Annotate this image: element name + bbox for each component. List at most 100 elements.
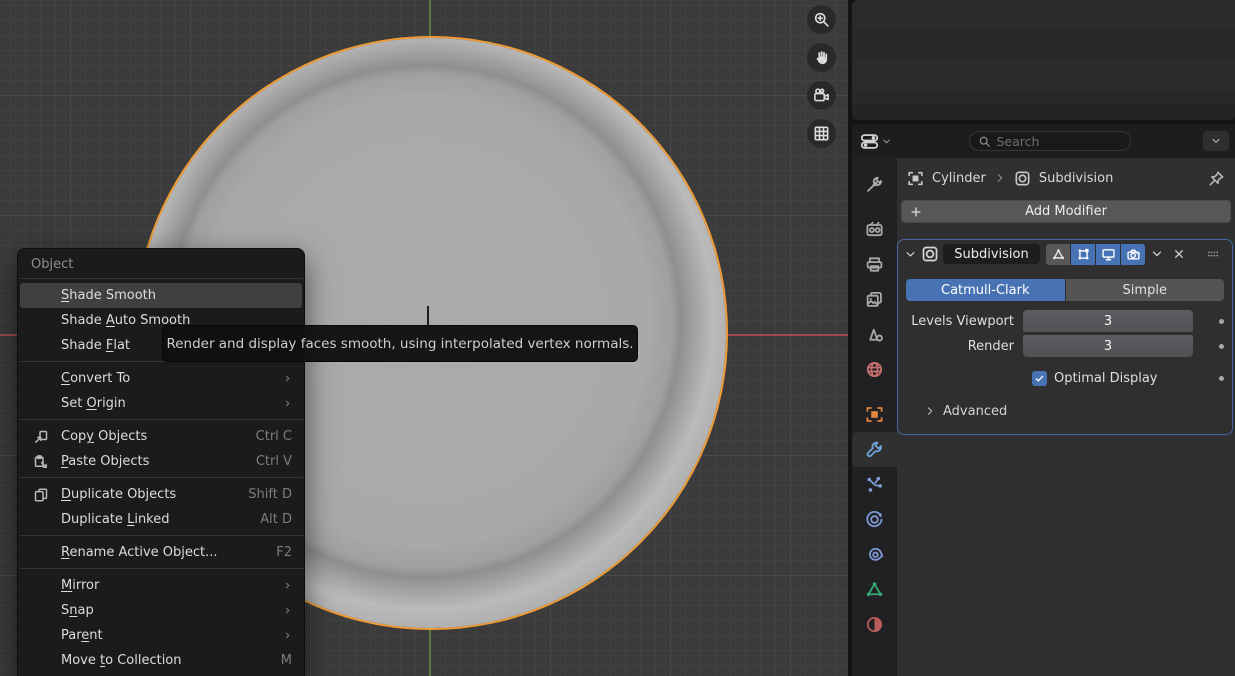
- menu-item-rename-active-object[interactable]: Rename Active Object...F2: [20, 540, 302, 565]
- add-modifier-button[interactable]: Add Modifier: [901, 200, 1231, 223]
- menu-item-label: Move to Collection: [61, 653, 182, 668]
- menu-item-label: Duplicate Objects: [61, 487, 176, 502]
- menu-item-paste-objects[interactable]: Paste ObjectsCtrl V: [20, 449, 302, 474]
- menu-separator: [19, 477, 303, 478]
- submenu-arrow-icon: [283, 631, 292, 640]
- menu-item-label: Duplicate Linked: [61, 512, 170, 527]
- tab-object-data[interactable]: [852, 572, 897, 607]
- render-display-toggle[interactable]: [1121, 244, 1145, 265]
- modifier-extras-chevron-icon[interactable]: [1150, 247, 1164, 261]
- material-icon: [865, 615, 884, 634]
- tab-physics[interactable]: [852, 502, 897, 537]
- render-levels-field[interactable]: 3: [1023, 335, 1193, 357]
- tab-world[interactable]: [852, 352, 897, 387]
- outliner-panel[interactable]: [852, 0, 1235, 120]
- menu-shortcut: F2: [276, 545, 292, 560]
- search-icon: [978, 135, 991, 148]
- tab-view-layer[interactable]: [852, 282, 897, 317]
- tab-particles[interactable]: [852, 467, 897, 502]
- scene-icon: [865, 325, 884, 344]
- shade-smooth-tooltip: Render and display faces smooth, using i…: [162, 325, 638, 362]
- subdivision-modifier-icon: [921, 245, 939, 263]
- advanced-section-toggle[interactable]: Advanced: [898, 401, 1232, 421]
- checkmark-icon: [1034, 373, 1045, 384]
- menu-item-set-origin[interactable]: Set Origin: [20, 391, 302, 416]
- edit-mode-display-toggle[interactable]: [1071, 244, 1095, 265]
- menu-item-duplicate-linked[interactable]: Duplicate LinkedAlt D: [20, 507, 302, 532]
- edit-mode-cage-toggle[interactable]: [1046, 244, 1070, 265]
- tab-render[interactable]: [852, 212, 897, 247]
- menu-separator: [19, 278, 303, 279]
- menu-separator: [19, 419, 303, 420]
- pan-hand-gizmo-button[interactable]: [807, 43, 836, 72]
- duplicate-objects-icon: [31, 487, 51, 503]
- menu-icon-slot: [31, 338, 51, 354]
- properties-editor-icon: [860, 132, 879, 151]
- modifier-name-field[interactable]: Subdivision: [943, 244, 1040, 264]
- menu-item-copy-objects[interactable]: Copy ObjectsCtrl C: [20, 424, 302, 449]
- tab-scene[interactable]: [852, 317, 897, 352]
- menu-shortcut: Shift D: [248, 487, 292, 502]
- menu-icon-slot: [31, 578, 51, 594]
- menu-icon-slot: [31, 628, 51, 644]
- decorator-dot[interactable]: [1219, 344, 1224, 349]
- menu-icon-slot: [31, 653, 51, 669]
- simple-button[interactable]: Simple: [1065, 279, 1225, 301]
- menu-item-duplicate-objects[interactable]: Duplicate Objects Shift D: [20, 482, 302, 507]
- decorator-dot[interactable]: [1219, 319, 1224, 324]
- modifier-drag-handle-icon[interactable]: [1202, 247, 1224, 261]
- catmull-clark-button[interactable]: Catmull-Clark: [906, 279, 1065, 301]
- grid-ortho-gizmo-button[interactable]: [807, 119, 836, 148]
- header-options-button[interactable]: [1203, 131, 1229, 151]
- pin-icon[interactable]: [1208, 170, 1225, 187]
- levels-viewport-row: Levels Viewport 3: [898, 310, 1232, 332]
- menu-item-snap[interactable]: Snap: [20, 598, 302, 623]
- tab-object[interactable]: [852, 397, 897, 432]
- menu-item-mirror[interactable]: Mirror: [20, 573, 302, 598]
- editor-type-selector[interactable]: [856, 130, 896, 153]
- tool-icon: [865, 175, 884, 194]
- menu-item-label: Copy Objects: [61, 429, 147, 444]
- render-levels-label: Render: [898, 339, 1023, 354]
- advanced-label: Advanced: [943, 404, 1007, 419]
- tab-modifiers[interactable]: [852, 432, 897, 467]
- tab-tool[interactable]: [852, 167, 897, 202]
- menu-item-move-to-collection[interactable]: Move to CollectionM: [20, 648, 302, 673]
- tab-material[interactable]: [852, 607, 897, 642]
- optimal-display-row: Optimal Display: [898, 370, 1232, 387]
- x-axis-line: [0, 334, 18, 336]
- optimal-display-checkbox[interactable]: [1032, 371, 1047, 386]
- breadcrumb-object[interactable]: Cylinder: [932, 171, 986, 186]
- menu-item-label: Shade Smooth: [61, 288, 156, 303]
- menu-icon-slot: [31, 545, 51, 561]
- zoom-in-gizmo-button[interactable]: [807, 5, 836, 34]
- world-icon: [865, 360, 884, 379]
- menu-item-convert-to[interactable]: Convert To: [20, 366, 302, 391]
- menu-icon-slot: [31, 396, 51, 412]
- decorator-dot[interactable]: [1219, 376, 1224, 381]
- panel-expand-chevron-icon[interactable]: [904, 248, 917, 261]
- search-input[interactable]: Search: [969, 131, 1131, 151]
- menu-icon-slot: [31, 512, 51, 528]
- submenu-arrow-icon: [283, 606, 292, 615]
- levels-viewport-field[interactable]: 3: [1023, 310, 1193, 332]
- chevron-right-icon: [924, 405, 936, 417]
- breadcrumb-modifier[interactable]: Subdivision: [1039, 171, 1114, 186]
- menu-icon-slot: [31, 603, 51, 619]
- zoom-in-icon: [813, 11, 830, 28]
- menu-item-label: Convert To: [61, 371, 130, 386]
- properties-editor: Search Cylinder Subdivision: [852, 124, 1235, 676]
- camera-view-gizmo-button[interactable]: [807, 81, 836, 110]
- viewport-gizmos: [807, 5, 836, 148]
- tab-output[interactable]: [852, 247, 897, 282]
- menu-item-parent[interactable]: Parent: [20, 623, 302, 648]
- particles-icon: [865, 475, 884, 494]
- object-icon: [865, 405, 884, 424]
- render-icon: [865, 220, 884, 239]
- tab-constraints[interactable]: [852, 537, 897, 572]
- submenu-arrow-icon: [283, 581, 292, 590]
- realtime-display-toggle[interactable]: [1096, 244, 1120, 265]
- paste-objects-icon: [31, 454, 51, 470]
- menu-item-shade-smooth[interactable]: Shade Smooth: [20, 283, 302, 308]
- modifier-delete-icon[interactable]: [1172, 247, 1186, 261]
